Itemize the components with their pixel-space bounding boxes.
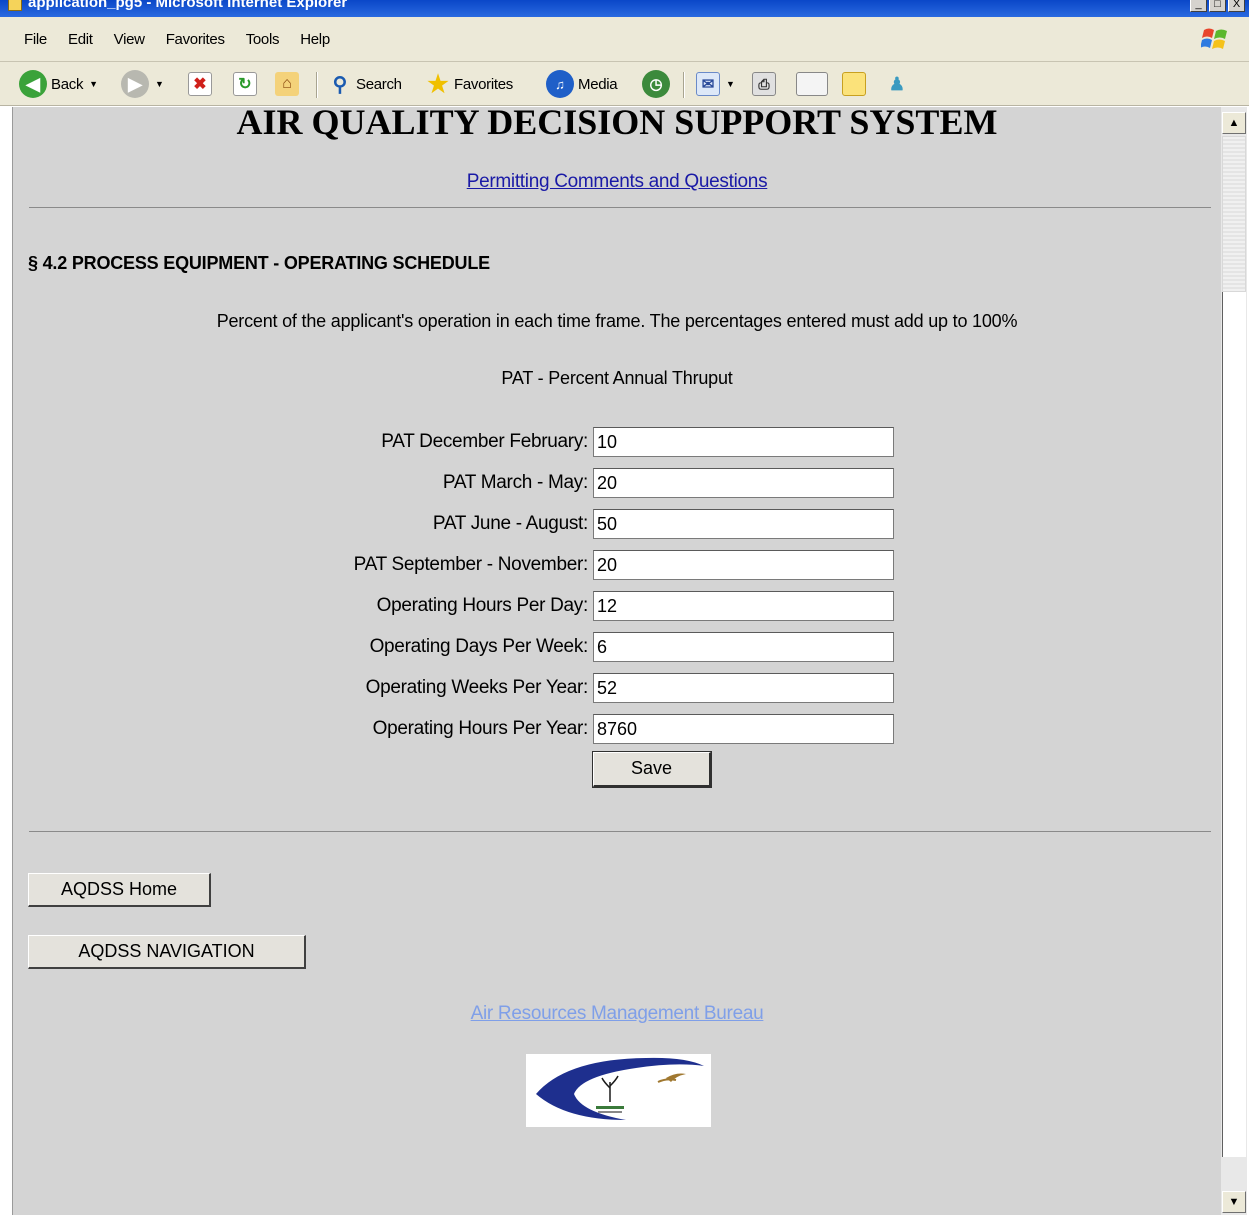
minimize-button[interactable]: _ — [1190, 0, 1207, 12]
field-label: PAT June - August: — [432, 513, 588, 534]
mail-dropdown-icon[interactable]: ▼ — [726, 79, 735, 89]
scroll-up-icon[interactable]: ▲ — [1222, 112, 1246, 134]
menu-help[interactable]: Help — [300, 31, 330, 48]
stop-button[interactable]: ✖ — [188, 70, 212, 98]
home-button[interactable]: ⌂ — [275, 70, 299, 98]
search-button[interactable]: ⚲ Search — [328, 70, 402, 98]
back-button[interactable]: ◀ Back ▼ — [19, 70, 98, 98]
window-bottom-border — [0, 1215, 1249, 1219]
window-title: application_pg5 - Microsoft Internet Exp… — [28, 0, 348, 11]
weeks-per-year-input[interactable]: 52 — [593, 673, 894, 703]
pat-mar-may-input[interactable]: 20 — [593, 468, 894, 498]
app-title: AIR QUALITY DECISION SUPPORT SYSTEM — [236, 107, 998, 142]
menu-items: File Edit View Favorites Tools Help — [24, 31, 351, 48]
menu-edit[interactable]: Edit — [68, 31, 93, 48]
home-icon: ⌂ — [275, 72, 299, 96]
menu-view[interactable]: View — [114, 31, 145, 48]
divider — [29, 831, 1211, 832]
scroll-down-icon[interactable]: ▼ — [1222, 1191, 1246, 1213]
field-label: PAT December February: — [381, 431, 588, 452]
messenger-icon: ♟ — [888, 73, 906, 94]
messenger-button[interactable]: ♟ — [885, 70, 909, 98]
section-heading: § 4.2 PROCESS EQUIPMENT - OPERATING SCHE… — [28, 253, 490, 273]
close-button[interactable]: X — [1228, 0, 1245, 12]
forward-arrow-icon: ▶ — [121, 70, 149, 98]
media-label: Media — [578, 75, 618, 93]
aqdss-home-button[interactable]: AQDSS Home — [28, 873, 211, 907]
windows-logo-icon — [1201, 28, 1227, 49]
menu-favorites[interactable]: Favorites — [166, 31, 225, 48]
toolbar-separator — [316, 72, 318, 98]
stop-icon: ✖ — [188, 72, 212, 96]
save-button[interactable]: Save — [592, 751, 712, 788]
back-dropdown-icon[interactable]: ▼ — [89, 79, 98, 89]
window-controls: _ □ X — [1190, 0, 1245, 12]
pat-jun-aug-input[interactable]: 50 — [593, 509, 894, 539]
permitting-comments-link[interactable]: Permitting Comments and Questions — [13, 171, 1221, 193]
back-label: Back — [51, 75, 84, 93]
menu-file[interactable]: File — [24, 31, 47, 48]
back-arrow-icon: ◀ — [19, 70, 47, 98]
history-button[interactable]: ◷ — [642, 70, 670, 98]
aqdss-navigation-button[interactable]: AQDSS NAVIGATION — [28, 935, 306, 969]
divider — [29, 207, 1211, 208]
scrollbar-track[interactable] — [1222, 292, 1246, 1157]
print-icon: ⎙ — [752, 72, 776, 96]
instructions-text: Percent of the applicant's operation in … — [216, 311, 1018, 331]
edit-button[interactable] — [796, 70, 828, 98]
vertical-scrollbar[interactable]: ▲ ▼ — [1221, 107, 1247, 1215]
hours-per-year-input[interactable]: 8760 — [593, 714, 894, 744]
hours-per-day-input[interactable]: 12 — [593, 591, 894, 621]
forward-dropdown-icon[interactable]: ▼ — [155, 79, 164, 89]
air-resources-bureau-link[interactable]: Air Resources Management Bureau — [13, 1003, 1221, 1025]
favorites-label: Favorites — [454, 75, 513, 93]
window-titlebar: application_pg5 - Microsoft Internet Exp… — [0, 0, 1249, 17]
mail-button[interactable]: ✉ ▼ — [696, 70, 735, 98]
refresh-button[interactable]: ↻ — [233, 70, 257, 98]
pat-sep-nov-input[interactable]: 20 — [593, 550, 894, 580]
window-left-border — [0, 107, 13, 1215]
print-button[interactable]: ⎙ — [752, 70, 776, 98]
favorites-button[interactable]: ★ Favorites — [426, 70, 513, 98]
menu-tools[interactable]: Tools — [246, 31, 280, 48]
search-label: Search — [356, 75, 402, 93]
field-label: Operating Days Per Week: — [369, 636, 589, 657]
favorites-star-icon: ★ — [427, 70, 449, 98]
scrollbar-thumb[interactable] — [1222, 136, 1246, 292]
edit-page-icon — [796, 72, 828, 96]
pat-definition: PAT - Percent Annual Thruput — [501, 368, 733, 388]
search-icon: ⚲ — [332, 73, 348, 96]
page-content: AIR QUALITY DECISION SUPPORT SYSTEM Perm… — [13, 107, 1221, 1215]
ie-window-icon — [8, 0, 22, 11]
maximize-button[interactable]: □ — [1209, 0, 1226, 12]
field-label: Operating Weeks Per Year: — [365, 677, 589, 698]
refresh-icon: ↻ — [233, 72, 257, 96]
days-per-week-input[interactable]: 6 — [593, 632, 894, 662]
media-button[interactable]: ♫ Media — [546, 70, 618, 98]
media-icon: ♫ — [546, 70, 574, 98]
mail-icon: ✉ — [696, 72, 720, 96]
field-label: Operating Hours Per Day: — [376, 595, 589, 616]
field-label: Operating Hours Per Year: — [372, 718, 589, 739]
history-icon: ◷ — [642, 70, 670, 98]
toolbar-separator — [683, 72, 685, 98]
bureau-logo[interactable] — [526, 1054, 711, 1127]
field-label: PAT September - November: — [353, 554, 589, 575]
menu-bar: File Edit View Favorites Tools Help — [0, 17, 1249, 62]
pat-dec-feb-input[interactable]: 10 — [593, 427, 894, 457]
discuss-button[interactable] — [842, 70, 866, 98]
browser-toolbar: ◀ Back ▼ ▶ ▼ ✖ ↻ ⌂ ⚲ Search ★ Favorites … — [0, 62, 1249, 106]
forward-button[interactable]: ▶ ▼ — [121, 70, 164, 98]
field-label: PAT March - May: — [442, 472, 588, 493]
note-icon — [842, 72, 866, 96]
